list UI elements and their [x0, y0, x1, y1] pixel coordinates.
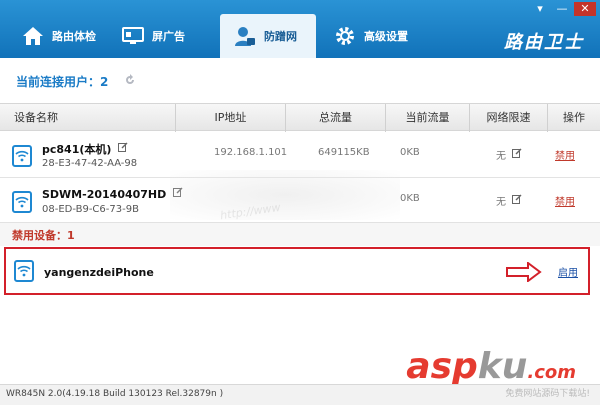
tab-label: 高级设置 — [364, 30, 408, 43]
tab-router-check[interactable]: 路由体检 — [8, 14, 108, 58]
arrow-right-icon — [506, 261, 542, 285]
ban-link[interactable]: 禁用 — [555, 147, 575, 162]
edit-icon[interactable] — [118, 142, 128, 152]
tab-block-ads[interactable]: 屏广告 — [108, 14, 216, 58]
brand-logo: 路由卫士 — [504, 32, 584, 53]
tab-label: 路由体检 — [52, 30, 96, 43]
connected-users-header: 当前连接用户： 2 — [16, 73, 136, 90]
wifi-device-icon — [12, 145, 32, 167]
monitor-icon — [122, 25, 144, 47]
minimize-button[interactable]: — — [552, 2, 572, 16]
home-icon — [22, 25, 44, 47]
connected-label: 当前连接用户： — [16, 75, 101, 89]
banned-device-row: yangenzdeiPhone 启用 — [4, 247, 590, 295]
device-name: yangenzdeiPhone — [44, 266, 154, 279]
device-current-traffic: 0KB — [400, 193, 420, 204]
gear-icon — [334, 25, 356, 47]
device-name: SDWM-20140407HD — [42, 188, 167, 201]
device-name: pc841(本机) — [42, 143, 112, 156]
col-ip: IP地址 — [176, 104, 286, 132]
version-text: WR845N 2.0(4.19.18 Build 130123 Rel.3287… — [6, 389, 224, 399]
blur-overlay — [170, 170, 400, 220]
ban-link[interactable]: 禁用 — [555, 193, 575, 208]
aspku-logo: aspku.com — [406, 346, 576, 387]
user-lock-icon — [234, 25, 256, 47]
device-mac: 08-ED-B9-C6-73-9B — [42, 204, 139, 215]
top-bar: ▾ — ✕ 路由体检 屏广告 防蹭网 高级设置 路由卫士 — [0, 0, 600, 58]
tab-label: 防蹭网 — [264, 30, 297, 43]
tab-anti-leech[interactable]: 防蹭网 — [220, 14, 316, 58]
col-current-traffic: 当前流量 — [386, 104, 470, 132]
device-mac: 28-E3-47-42-AA-98 — [42, 158, 138, 169]
device-table-header: 设备名称 IP地址 总流量 当前流量 网络限速 操作 — [0, 103, 600, 132]
col-total-traffic: 总流量 — [286, 104, 386, 132]
banned-devices-label: 禁用设备：1 — [12, 229, 75, 242]
device-ip: 192.168.1.101 — [214, 147, 288, 158]
tab-label: 屏广告 — [152, 30, 185, 43]
edit-limit-icon[interactable] — [512, 194, 522, 204]
wifi-device-icon — [12, 191, 32, 213]
col-device-name: 设备名称 — [0, 104, 176, 132]
col-action: 操作 — [563, 111, 585, 124]
wifi-device-icon — [14, 260, 34, 282]
window-controls: ▾ — ✕ — [530, 2, 596, 16]
edit-limit-icon[interactable] — [512, 148, 522, 158]
aspku-subtitle: 免费网站源码下载站! — [505, 389, 590, 399]
device-current-traffic: 0KB — [400, 147, 420, 158]
speed-limit-value: 无 — [496, 197, 506, 208]
refresh-icon[interactable] — [124, 74, 136, 89]
banned-section-header — [0, 222, 600, 246]
col-speed-limit: 网络限速 — [470, 104, 548, 132]
enable-link[interactable]: 启用 — [558, 264, 578, 279]
connected-count: 2 — [100, 74, 109, 89]
device-total-traffic: 649115KB — [318, 147, 370, 158]
tab-advanced-settings[interactable]: 高级设置 — [320, 14, 420, 58]
main-tabs: 路由体检 屏广告 防蹭网 高级设置 — [8, 14, 420, 58]
speed-limit-value: 无 — [496, 151, 506, 162]
menu-button[interactable]: ▾ — [530, 2, 550, 16]
close-button[interactable]: ✕ — [574, 2, 596, 16]
